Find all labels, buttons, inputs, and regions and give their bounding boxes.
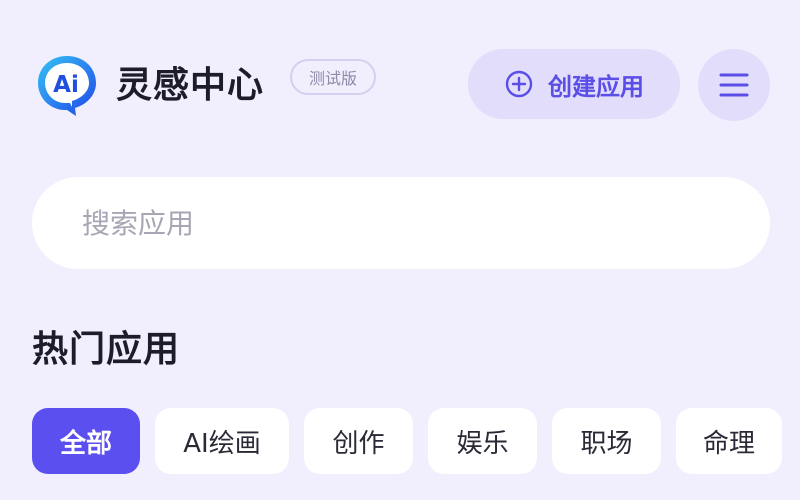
hamburger-menu-icon (719, 73, 749, 97)
tab-fortune[interactable]: 命理 (676, 408, 782, 474)
app-logo[interactable]: Ai (34, 52, 100, 118)
app-title: 灵感中心 (116, 65, 265, 106)
plus-circle-icon (505, 70, 533, 98)
section-title: 热门应用 (32, 329, 181, 370)
tab-ai-painting[interactable]: AI绘画 (155, 408, 289, 474)
create-app-label: 创建应用 (548, 72, 644, 101)
app-page: Ai 灵感中心 测试版 创建应用 热门应用 全部 AI绘画 创作 (0, 0, 800, 500)
search-input[interactable] (82, 198, 722, 248)
logo-text: Ai (53, 72, 79, 98)
tab-label: 创作 (332, 428, 385, 459)
tab-creation[interactable]: 创作 (304, 408, 413, 474)
tab-label: 娱乐 (456, 428, 509, 459)
search-bar[interactable] (32, 177, 770, 269)
logo-bubble-icon: Ai (38, 56, 96, 116)
tab-workplace[interactable]: 职场 (552, 408, 661, 474)
tab-label: 命理 (702, 428, 755, 459)
tab-label: 职场 (580, 428, 633, 459)
menu-button[interactable] (698, 49, 770, 121)
tab-label: AI绘画 (183, 428, 261, 459)
category-tabs: 全部 AI绘画 创作 娱乐 职场 命理 (32, 408, 782, 474)
create-app-button[interactable]: 创建应用 (468, 49, 680, 119)
tab-label: 全部 (59, 428, 112, 459)
tab-all[interactable]: 全部 (32, 408, 140, 474)
beta-badge: 测试版 (290, 59, 376, 95)
tab-entertainment[interactable]: 娱乐 (428, 408, 537, 474)
